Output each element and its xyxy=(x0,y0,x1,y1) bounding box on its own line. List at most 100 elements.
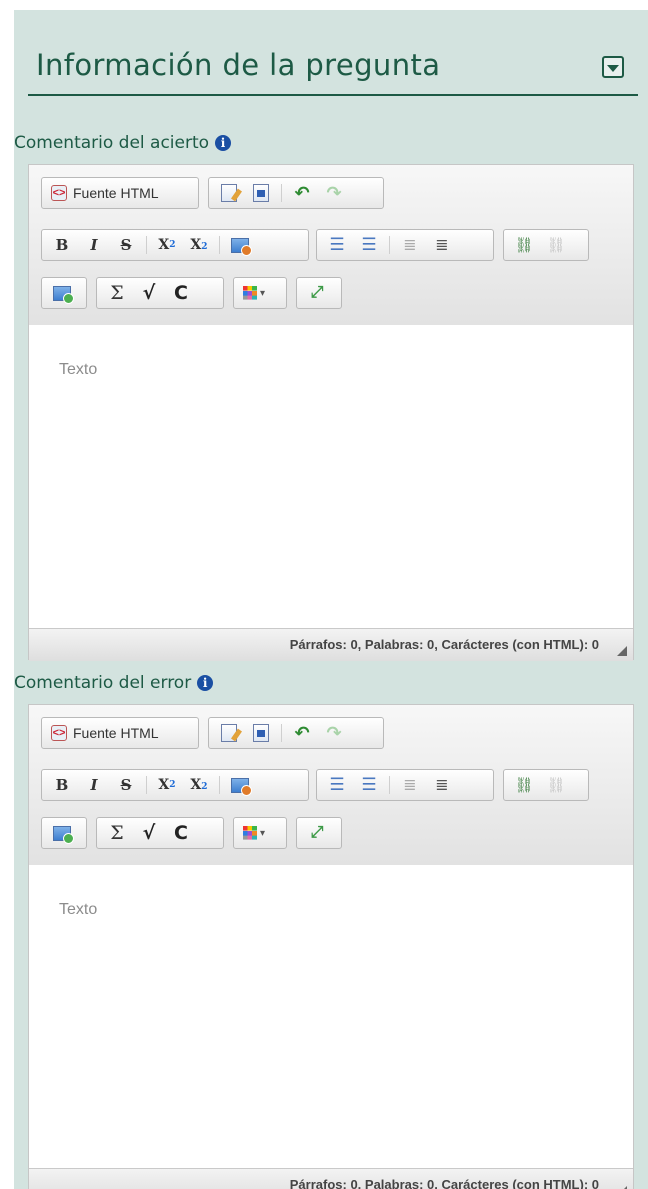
numbered-list-icon: ☰ xyxy=(329,775,345,794)
color-palette-icon xyxy=(242,286,257,300)
toolbar-group-maximize: ⤢ xyxy=(296,817,342,849)
math-editor-button[interactable]: Σ xyxy=(104,280,130,306)
undo-button[interactable]: ↶ xyxy=(289,720,315,746)
toolbar-group-links: ⛓ ⛓ xyxy=(503,769,589,801)
link-icon: ⛓ xyxy=(514,777,534,794)
info-icon[interactable]: i xyxy=(215,135,232,151)
paste-word-button[interactable] xyxy=(248,180,274,206)
link-button[interactable]: ⛓ xyxy=(511,232,537,258)
strikethrough-button[interactable]: S xyxy=(113,772,139,798)
toolbar-separator xyxy=(281,724,282,742)
redo-icon: ↷ xyxy=(326,182,342,203)
subscript-glyph: X xyxy=(158,237,170,253)
html-source-icon: <> xyxy=(51,725,67,741)
insert-image-button[interactable] xyxy=(49,280,75,306)
chevron-down-icon: ▾ xyxy=(259,287,266,299)
toolbar-group-lists: ☰ ☰ ≣ ≣ xyxy=(316,769,494,801)
toolbar-group-color: ▾ xyxy=(233,277,287,309)
increase-indent-button[interactable]: ≣ xyxy=(429,772,455,798)
editor-content-area[interactable]: Texto xyxy=(29,865,633,1168)
numbered-list-button[interactable]: ☰ xyxy=(324,772,350,798)
maximize-button[interactable]: ⤢ xyxy=(304,280,330,306)
toolbar-group-links: ⛓ ⛓ xyxy=(503,229,589,261)
paste-text-icon xyxy=(221,724,237,742)
subscript-button[interactable]: X2 xyxy=(154,232,180,258)
text-color-button[interactable]: ▾ xyxy=(241,820,267,846)
remove-format-button[interactable] xyxy=(227,772,253,798)
maximize-button[interactable]: ⤢ xyxy=(304,820,330,846)
decrease-indent-button[interactable]: ≣ xyxy=(397,772,423,798)
strikethrough-button[interactable]: S xyxy=(113,232,139,258)
unlink-button[interactable]: ⛓ xyxy=(543,232,569,258)
field-label-text: Comentario del error xyxy=(14,673,192,693)
bulleted-list-icon: ☰ xyxy=(361,775,377,794)
remove-format-button[interactable] xyxy=(227,232,253,258)
insert-image-icon xyxy=(53,285,74,304)
bold-button[interactable]: B xyxy=(49,232,75,258)
subscript-button[interactable]: X2 xyxy=(154,772,180,798)
editor-content-area[interactable]: Texto xyxy=(29,325,633,628)
collapse-button[interactable] xyxy=(602,56,624,78)
question-info-panel: Información de la pregunta Comentario de… xyxy=(14,10,648,1189)
superscript-button[interactable]: X2 xyxy=(186,772,212,798)
toolbar-separator xyxy=(219,776,220,794)
paste-text-button[interactable] xyxy=(216,720,242,746)
source-html-button[interactable]: <> Fuente HTML xyxy=(49,720,161,746)
word-count: Párrafos: 0, Palabras: 0, Carácteres (co… xyxy=(289,637,599,652)
maximize-icon: ⤢ xyxy=(310,284,324,301)
toolbar-group-math: Σ √ C xyxy=(96,277,224,309)
redo-button[interactable]: ↷ xyxy=(321,720,347,746)
toolbar-separator xyxy=(389,776,390,794)
unlink-icon: ⛓ xyxy=(546,237,566,254)
panel-title: Información de la pregunta xyxy=(36,48,441,82)
editor-success-comment: <> Fuente HTML ↶ ↷ B I S X2 X2 ☰ ☰ ≣ ≣ ⛓… xyxy=(28,164,634,661)
sqrt-button[interactable]: √ xyxy=(136,820,162,846)
chevron-down-icon xyxy=(607,64,619,72)
editor-error-comment: <> Fuente HTML ↶ ↷ B I S X2 X2 ☰ ☰ ≣ ≣ ⛓… xyxy=(28,704,634,1189)
chemistry-button[interactable]: C xyxy=(168,820,194,846)
panel-header: Información de la pregunta xyxy=(28,46,638,96)
bulleted-list-button[interactable]: ☰ xyxy=(356,772,382,798)
chemistry-button[interactable]: C xyxy=(168,280,194,306)
superscript-mark: 2 xyxy=(201,242,208,252)
undo-icon: ↶ xyxy=(294,722,310,743)
toolbar-separator xyxy=(389,236,390,254)
paste-word-button[interactable] xyxy=(248,720,274,746)
bulleted-list-button[interactable]: ☰ xyxy=(356,232,382,258)
editor-statusbar: Párrafos: 0, Palabras: 0, Carácteres (co… xyxy=(29,1168,633,1189)
maximize-icon: ⤢ xyxy=(310,824,324,841)
decrease-indent-icon: ≣ xyxy=(403,237,417,254)
italic-button[interactable]: I xyxy=(81,232,107,258)
math-editor-button[interactable]: Σ xyxy=(104,820,130,846)
increase-indent-button[interactable]: ≣ xyxy=(429,232,455,258)
toolbar-group-lists: ☰ ☰ ≣ ≣ xyxy=(316,229,494,261)
source-html-label: Fuente HTML xyxy=(73,185,159,201)
undo-icon: ↶ xyxy=(294,182,310,203)
subscript-glyph: X xyxy=(158,777,170,793)
decrease-indent-button[interactable]: ≣ xyxy=(397,232,423,258)
superscript-button[interactable]: X2 xyxy=(186,232,212,258)
text-color-button[interactable]: ▾ xyxy=(241,280,267,306)
sqrt-button[interactable]: √ xyxy=(136,280,162,306)
redo-button[interactable]: ↷ xyxy=(321,180,347,206)
italic-button[interactable]: I xyxy=(81,772,107,798)
toolbar-separator xyxy=(281,184,282,202)
toolbar-group-color: ▾ xyxy=(233,817,287,849)
bulleted-list-icon: ☰ xyxy=(361,235,377,254)
html-source-icon: <> xyxy=(51,185,67,201)
source-html-button[interactable]: <> Fuente HTML xyxy=(49,180,161,206)
paste-text-button[interactable] xyxy=(216,180,242,206)
superscript-glyph: X xyxy=(190,237,202,253)
numbered-list-button[interactable]: ☰ xyxy=(324,232,350,258)
undo-button[interactable]: ↶ xyxy=(289,180,315,206)
link-button[interactable]: ⛓ xyxy=(511,772,537,798)
info-icon[interactable]: i xyxy=(197,675,214,691)
insert-image-button[interactable] xyxy=(49,820,75,846)
bold-button[interactable]: B xyxy=(49,772,75,798)
paste-word-icon xyxy=(253,184,269,202)
superscript-mark: 2 xyxy=(201,782,208,792)
resize-handle-icon[interactable] xyxy=(617,646,627,656)
unlink-button[interactable]: ⛓ xyxy=(543,772,569,798)
toolbar-group-document: ↶ ↷ xyxy=(208,177,384,209)
subscript-mark: 2 xyxy=(169,780,176,790)
